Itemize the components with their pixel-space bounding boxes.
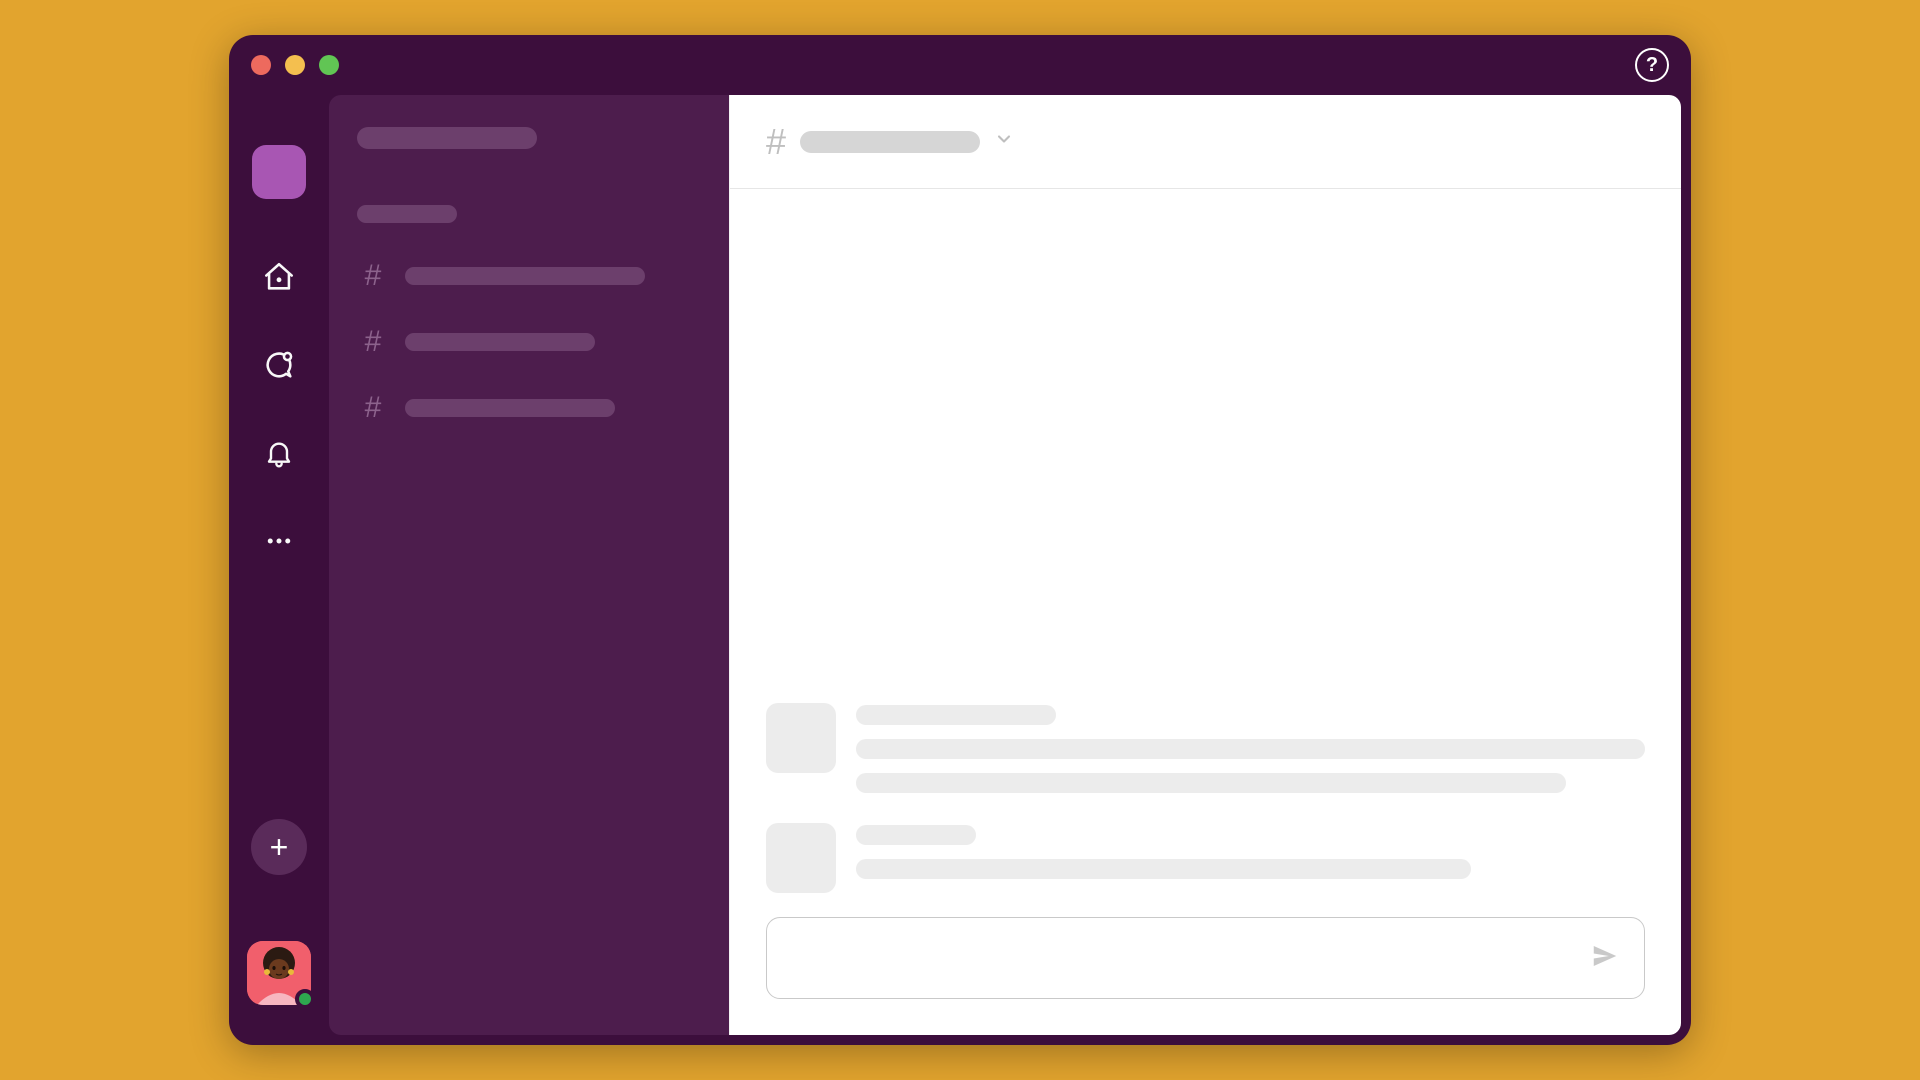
dms-nav[interactable] [259, 345, 299, 385]
chat-icon [262, 348, 296, 382]
user-menu[interactable] [247, 941, 311, 1005]
message-item [766, 703, 1645, 793]
presence-indicator [295, 989, 315, 1009]
message-item [766, 823, 1645, 893]
close-window-button[interactable] [251, 55, 271, 75]
message-body [856, 703, 1645, 793]
message-author [856, 825, 976, 845]
activity-nav[interactable] [259, 433, 299, 473]
more-icon [264, 526, 294, 556]
channel-name [405, 333, 595, 351]
channel-sidebar: # # # [329, 95, 729, 1035]
channel-name [405, 267, 645, 285]
message-avatar[interactable] [766, 823, 836, 893]
channel-item[interactable]: # [357, 251, 701, 301]
more-nav[interactable] [259, 521, 299, 561]
hash-icon: # [766, 121, 786, 163]
chevron-down-icon [994, 129, 1014, 154]
nav-rail: + [229, 95, 329, 1035]
message-body [856, 823, 1645, 893]
traffic-lights [251, 55, 339, 75]
hash-icon: # [361, 391, 385, 425]
titlebar: ? [229, 35, 1691, 95]
message-input[interactable] [791, 947, 1590, 970]
hash-icon: # [361, 259, 385, 293]
message-list [730, 189, 1681, 905]
send-button[interactable] [1590, 941, 1620, 976]
app-window: ? + [229, 35, 1691, 1045]
home-nav[interactable] [259, 257, 299, 297]
maximize-window-button[interactable] [319, 55, 339, 75]
hash-icon: # [361, 325, 385, 359]
workspace-switcher[interactable] [252, 145, 306, 199]
help-icon: ? [1646, 54, 1658, 77]
minimize-window-button[interactable] [285, 55, 305, 75]
message-author [856, 705, 1056, 725]
create-new-button[interactable]: + [251, 819, 307, 875]
message-text-line [856, 859, 1471, 879]
plus-icon: + [270, 829, 289, 866]
channel-item[interactable]: # [357, 317, 701, 367]
home-icon [262, 260, 296, 294]
composer-area [730, 905, 1681, 1035]
message-text-line [856, 773, 1566, 793]
channel-title [800, 131, 980, 153]
bell-icon [263, 437, 295, 469]
send-icon [1590, 941, 1620, 971]
message-text-line [856, 739, 1645, 759]
channels-section-label[interactable] [357, 205, 457, 223]
channel-name [405, 399, 615, 417]
main-panel: # [729, 95, 1681, 1035]
channel-header[interactable]: # [730, 95, 1681, 189]
message-composer[interactable] [766, 917, 1645, 999]
app-body: + [229, 95, 1691, 1045]
workspace-name[interactable] [357, 127, 537, 149]
message-avatar[interactable] [766, 703, 836, 773]
channel-item[interactable]: # [357, 383, 701, 433]
help-button[interactable]: ? [1635, 48, 1669, 82]
